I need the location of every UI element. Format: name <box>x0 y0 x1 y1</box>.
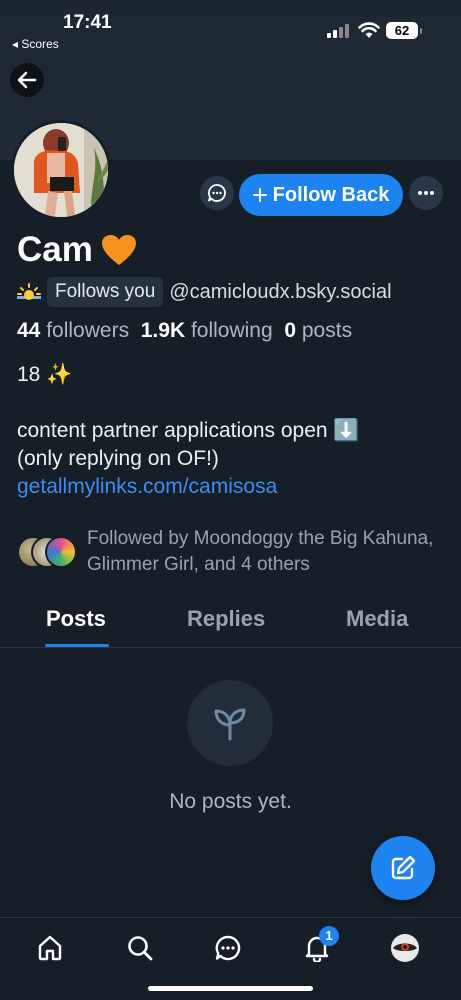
empty-state-text: No posts yet. <box>169 790 292 813</box>
home-icon <box>38 935 62 961</box>
bio-line-2: content partner applications open ⬇️ <box>17 419 360 442</box>
posts-stat: 0 posts <box>284 319 353 342</box>
chat-icon <box>215 935 241 961</box>
followed-by-text: Followed by Moondoggy the Big Kahuna, Gl… <box>87 528 434 575</box>
profile-handle: @camicloudx.bsky.social <box>169 280 392 303</box>
orange-heart-icon <box>101 235 136 265</box>
tab-posts[interactable]: Posts <box>46 606 106 632</box>
sprout-icon <box>214 708 246 741</box>
wifi-icon <box>358 22 380 38</box>
cell-signal-icon <box>327 24 349 38</box>
search-icon <box>128 936 153 961</box>
battery-indicator: 62 <box>386 22 422 39</box>
arrow-left-icon <box>17 71 37 89</box>
follow-back-label: Follow Back <box>272 183 390 206</box>
nav-search[interactable] <box>124 932 156 964</box>
followed-by-avatars <box>17 536 79 568</box>
message-button[interactable] <box>200 176 234 210</box>
bio-spacer <box>17 389 447 417</box>
profile-avatar[interactable] <box>11 120 111 220</box>
chat-bubble-icon <box>208 184 226 202</box>
notification-badge: 1 <box>319 926 339 946</box>
more-options-button[interactable] <box>409 176 443 210</box>
following-stat[interactable]: 1.9K following <box>141 319 273 342</box>
avatar-photo <box>14 123 108 217</box>
handle-row: Follows you @camicloudx.bsky.social <box>17 277 392 307</box>
profile-tabs: Posts Replies Media <box>0 600 461 648</box>
nav-profile[interactable] <box>389 932 421 964</box>
home-indicator <box>148 986 313 991</box>
back-button[interactable] <box>10 63 44 97</box>
back-to-app-link[interactable]: ◂ Scores <box>12 37 59 51</box>
empty-state-icon <box>187 680 273 766</box>
compose-icon <box>391 855 416 880</box>
nav-chat[interactable] <box>212 932 244 964</box>
bio-line-1: 18 ✨ <box>17 363 73 386</box>
follow-back-button[interactable]: Follow Back <box>239 174 403 216</box>
sunrise-icon <box>17 283 41 300</box>
ellipsis-icon <box>418 191 434 195</box>
status-bar: 17:41 ◂ Scores 62 <box>0 0 461 60</box>
compose-post-button[interactable] <box>371 836 435 900</box>
display-name: Cam <box>17 230 93 269</box>
bio-line-3: (only replying on OF!) <box>17 447 219 470</box>
tab-replies[interactable]: Replies <box>187 606 265 632</box>
active-tab-indicator <box>45 644 109 647</box>
display-name-row: Cam <box>17 230 137 270</box>
follows-you-badge: Follows you <box>47 277 164 307</box>
tab-media[interactable]: Media <box>346 606 408 632</box>
bio-link[interactable]: getallmylinks.com/camisosa <box>17 473 447 501</box>
profile-bio: 18 ✨ content partner applications open ⬇… <box>17 361 447 501</box>
nav-notifications[interactable]: 1 <box>301 926 339 964</box>
profile-stats: 44 followers 1.9K following 0 posts <box>17 319 352 343</box>
profile-avatar-icon <box>391 934 419 962</box>
followers-stat[interactable]: 44 followers <box>17 319 129 342</box>
follower-avatar <box>45 536 77 568</box>
followed-by-section[interactable]: Followed by Moondoggy the Big Kahuna, Gl… <box>17 526 437 578</box>
nav-home[interactable] <box>34 932 66 964</box>
status-time: 17:41 <box>63 12 112 33</box>
plus-icon <box>252 188 267 202</box>
